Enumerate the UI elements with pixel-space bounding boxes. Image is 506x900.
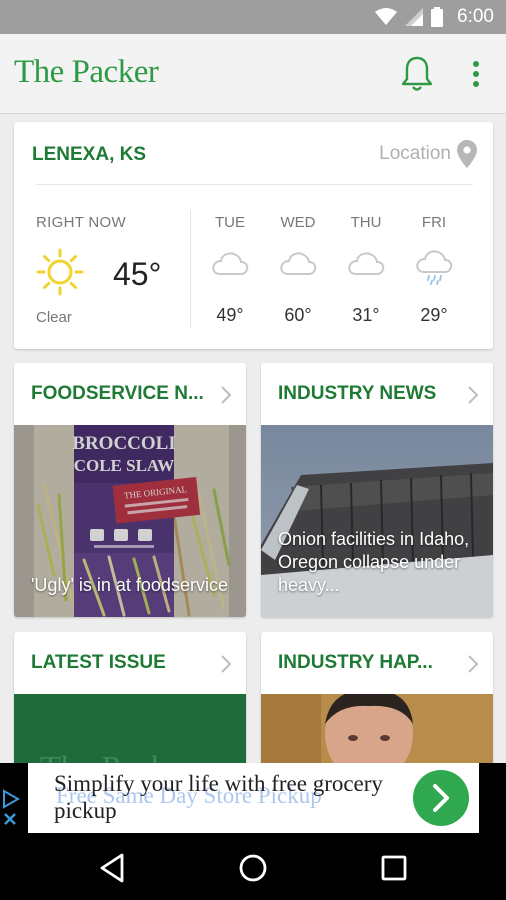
card-caption: 'Ugly' is in at foodservice	[31, 575, 228, 595]
industry-happenings-card[interactable]: INDUSTRY HAP...	[261, 632, 493, 782]
ad-text: Simplify your life with free grocery pic…	[54, 771, 383, 823]
card-title: INDUSTRY HAP...	[278, 652, 433, 673]
industry-news-image: Onion facilities in Idaho, Oregon collap…	[261, 425, 493, 617]
battery-icon	[431, 7, 444, 27]
sun-icon	[36, 248, 84, 296]
card-title: LATEST ISSUE	[31, 652, 166, 673]
back-icon[interactable]	[96, 851, 130, 885]
card-header[interactable]: LATEST ISSUE	[14, 632, 246, 694]
weather-card: LENEXA, KS Location RIGHT NOW 45° Clear …	[14, 122, 493, 349]
cell-signal-icon	[405, 8, 424, 26]
navigation-bar	[0, 835, 506, 900]
current-temperature: 45°	[113, 256, 162, 292]
forecast-temp: 49°	[216, 305, 244, 325]
current-condition: Clear	[36, 309, 72, 326]
chevron-right-icon	[433, 784, 449, 812]
ad-go-button[interactable]	[413, 770, 469, 826]
card-header[interactable]: INDUSTRY NEWS	[261, 363, 493, 425]
forecast-day: THU	[350, 214, 382, 231]
status-icons: 6:00	[375, 0, 494, 34]
ad-content[interactable]: Free Same Day Store Pickup Simplify your…	[28, 763, 479, 833]
latest-issue-card[interactable]: LATEST ISSUE The Packer	[14, 632, 246, 782]
forecast-temp: 60°	[284, 305, 312, 325]
cloud-icon	[269, 248, 327, 288]
forecast-temp: 31°	[352, 305, 380, 325]
cloud-icon	[337, 248, 395, 288]
chevron-right-icon	[468, 386, 479, 404]
card-header[interactable]: INDUSTRY HAP...	[261, 632, 493, 694]
location-button-label: Location	[379, 143, 451, 164]
industry-news-card[interactable]: INDUSTRY NEWS Onion facilities in Idaho,…	[261, 363, 493, 617]
weather-location: LENEXA, KS	[32, 144, 147, 165]
foodservice-image: BROCCOLI COLE SLAW THE ORIGINAL 'Ugly' i…	[14, 425, 246, 617]
forecast-temp: 29°	[420, 305, 448, 325]
wifi-icon	[375, 8, 398, 25]
ad-choices-icon[interactable]	[0, 789, 22, 829]
cloud-icon	[201, 248, 259, 288]
rain-cloud-icon	[405, 248, 463, 288]
card-title: INDUSTRY NEWS	[278, 383, 437, 404]
forecast-day: FRI	[421, 214, 447, 231]
ad-banner[interactable]: Free Same Day Store Pickup Simplify your…	[0, 763, 506, 835]
card-title: FOODSERVICE N...	[31, 383, 204, 404]
weather-vertical-divider	[190, 210, 191, 328]
overflow-menu-icon[interactable]	[464, 58, 488, 92]
location-button[interactable]: Location	[379, 140, 477, 168]
status-time: 6:00	[457, 6, 494, 27]
chevron-right-icon	[221, 386, 232, 404]
notification-bell-icon[interactable]	[398, 54, 436, 94]
forecast-day: TUE	[215, 214, 245, 231]
location-pin-icon	[457, 140, 477, 168]
status-bar: 6:00	[0, 0, 506, 34]
card-caption: Onion facilities in Idaho, Oregon collap…	[278, 529, 470, 595]
foodservice-news-card[interactable]: FOODSERVICE N... BROCCOLI COLE SLAW THE …	[14, 363, 246, 617]
forecast-day: WED	[280, 214, 316, 231]
app-title: The Packer	[14, 54, 159, 90]
recents-icon[interactable]	[377, 851, 411, 885]
home-icon[interactable]	[236, 851, 270, 885]
right-now-label: RIGHT NOW	[36, 214, 126, 231]
card-header[interactable]: FOODSERVICE N...	[14, 363, 246, 425]
chevron-right-icon	[221, 655, 232, 673]
app-bar: The Packer	[0, 34, 506, 114]
chevron-right-icon	[468, 655, 479, 673]
weather-divider	[36, 184, 473, 185]
